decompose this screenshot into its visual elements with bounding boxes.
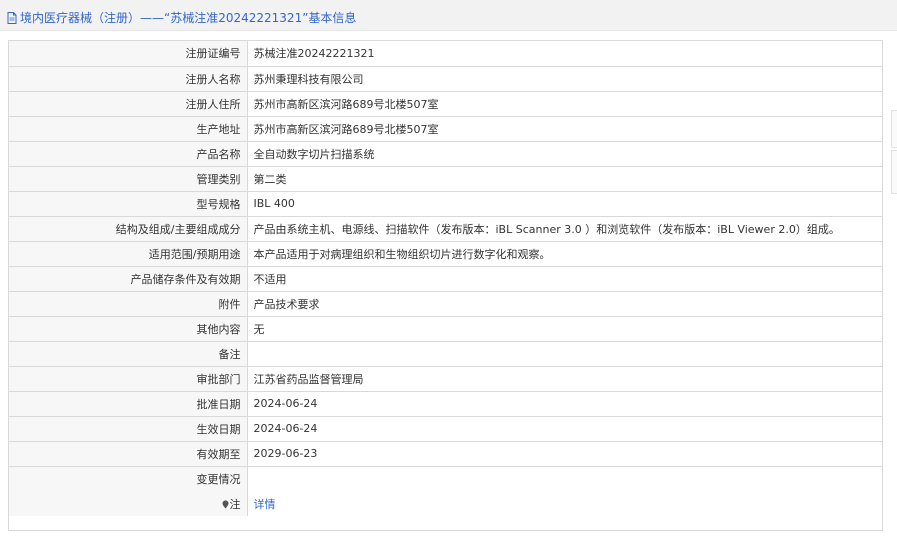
row-value: 详情 bbox=[246, 491, 882, 516]
table-row: 注 详情 bbox=[9, 491, 882, 516]
row-value: 江苏省药品监督管理局 bbox=[246, 365, 882, 392]
row-value: 2024-06-24 bbox=[246, 390, 882, 417]
table-row: 备注 bbox=[9, 340, 882, 367]
table-row: 管理类别 第二类 bbox=[9, 165, 882, 192]
row-label: 型号规格 bbox=[9, 190, 248, 217]
row-label: 结构及组成/主要组成成分 bbox=[9, 215, 248, 242]
row-label: 其他内容 bbox=[9, 315, 248, 342]
table-row: 有效期至 2029-06-23 bbox=[9, 440, 882, 467]
row-value bbox=[246, 340, 882, 367]
row-value: 产品由系统主机、电源线、扫描软件（发布版本：iBL Scanner 3.0 ）和… bbox=[246, 215, 882, 242]
info-table: 注册证编号 苏械注准20242221321 注册人名称 苏州秉理科技有限公司 注册人住所… bbox=[9, 41, 882, 516]
row-label: 注册人住所 bbox=[9, 90, 248, 117]
row-label: 备注 bbox=[9, 340, 248, 367]
table-row: 批准日期 2024-06-24 bbox=[9, 390, 882, 417]
side-tab-top[interactable] bbox=[891, 110, 897, 148]
table-row: 注册人住所 苏州市高新区滨河路689号北楼507室 bbox=[9, 90, 882, 117]
row-value bbox=[246, 465, 882, 491]
row-value: 2024-06-24 bbox=[246, 415, 882, 442]
row-value: 无 bbox=[246, 315, 882, 342]
row-label: 产品名称 bbox=[9, 140, 248, 167]
document-icon bbox=[7, 11, 17, 24]
info-panel: 注册证编号 苏械注准20242221321 注册人名称 苏州秉理科技有限公司 注册人住所… bbox=[8, 40, 883, 531]
note-label: 注 bbox=[229, 497, 241, 511]
row-value: 全自动数字切片扫描系统 bbox=[246, 140, 882, 167]
table-row: 附件 产品技术要求 bbox=[9, 290, 882, 317]
table-row: 生效日期 2024-06-24 bbox=[9, 415, 882, 442]
table-row: 型号规格 IBL 400 bbox=[9, 190, 882, 217]
row-value: 第二类 bbox=[246, 165, 882, 192]
row-value: IBL 400 bbox=[246, 190, 882, 217]
row-label: 生产地址 bbox=[9, 115, 248, 142]
row-label: 变更情况 bbox=[9, 465, 248, 491]
row-label: 管理类别 bbox=[9, 165, 248, 192]
row-label: 生效日期 bbox=[9, 415, 248, 442]
row-label: 有效期至 bbox=[9, 440, 248, 467]
row-value: 苏械注准20242221321 bbox=[246, 41, 882, 67]
table-row: 其他内容无 bbox=[9, 315, 882, 342]
row-value: 苏州市高新区滨河路689号北楼507室 bbox=[246, 90, 882, 117]
side-tab-bottom[interactable] bbox=[891, 150, 897, 194]
table-row: 产品储存条件及有效期 不适用 bbox=[9, 265, 882, 292]
table-row: 产品名称 全自动数字切片扫描系统 bbox=[9, 140, 882, 167]
row-label: 注册人名称 bbox=[9, 65, 248, 92]
row-label: 注 bbox=[9, 491, 248, 516]
pin-icon bbox=[222, 500, 228, 508]
table-row: 生产地址 苏州市高新区滨河路689号北楼507室 bbox=[9, 115, 882, 142]
page-title: 境内医疗器械（注册）——“苏械注准20242221321”基本信息 bbox=[20, 11, 357, 25]
table-row: 注册证编号 苏械注准20242221321 bbox=[9, 41, 882, 67]
row-value: 苏州秉理科技有限公司 bbox=[246, 65, 882, 92]
row-value: 产品技术要求 bbox=[246, 290, 882, 317]
details-link[interactable]: 详情 bbox=[254, 498, 276, 511]
row-value: 本产品适用于对病理组织和生物组织切片进行数字化和观察。 bbox=[246, 240, 882, 267]
row-label: 批准日期 bbox=[9, 390, 248, 417]
header-title-wrap: 境内医疗器械（注册）——“苏械注准20242221321”基本信息 bbox=[7, 9, 356, 26]
table-row: 结构及组成/主要组成成分 产品由系统主机、电源线、扫描软件（发布版本：iBL Sc… bbox=[9, 215, 882, 242]
table-row: 变更情况 bbox=[9, 465, 882, 491]
row-label: 注册证编号 bbox=[9, 41, 248, 67]
row-label: 附件 bbox=[9, 290, 248, 317]
row-label: 审批部门 bbox=[9, 365, 248, 392]
row-label: 适用范围/预期用途 bbox=[9, 240, 248, 267]
row-value: 2029-06-23 bbox=[246, 440, 882, 467]
page-header: 境内医疗器械（注册）——“苏械注准20242221321”基本信息 bbox=[0, 0, 897, 31]
row-label: 产品储存条件及有效期 bbox=[9, 265, 248, 292]
table-row: 审批部门 江苏省药品监督管理局 bbox=[9, 365, 882, 392]
row-value: 苏州市高新区滨河路689号北楼507室 bbox=[246, 115, 882, 142]
table-row: 注册人名称 苏州秉理科技有限公司 bbox=[9, 65, 882, 92]
table-row: 适用范围/预期用途 本产品适用于对病理组织和生物组织切片进行数字化和观察。 bbox=[9, 240, 882, 267]
row-value: 不适用 bbox=[246, 265, 882, 292]
